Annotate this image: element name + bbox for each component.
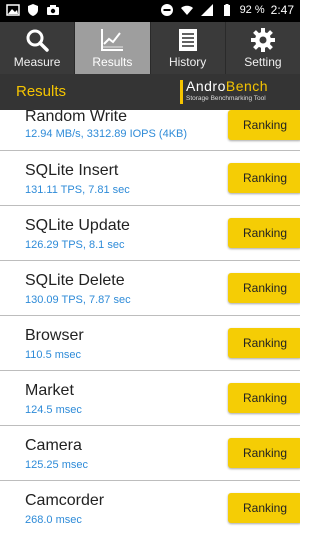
result-value: 12.94 MB/s, 3312.89 IOPS (4KB) (25, 128, 188, 140)
result-row-sqlite-delete: SQLite Delete 130.09 TPS, 7.87 sec Ranki… (0, 261, 300, 316)
result-name: SQLite Delete (25, 272, 125, 289)
search-icon (26, 29, 49, 52)
result-row-camera: Camera 125.25 msec Ranking (0, 426, 300, 481)
ranking-button[interactable]: Ranking (228, 383, 300, 413)
tab-results[interactable]: Results (75, 22, 151, 74)
logo-name-part-b: Bench (225, 78, 269, 94)
result-row-market: Market 124.5 msec Ranking (0, 371, 300, 426)
tab-history-label: History (168, 55, 207, 69)
result-value: 110.5 msec (25, 349, 82, 361)
gallery-icon (6, 4, 20, 16)
tab-setting-label: Setting (244, 55, 282, 69)
result-value: 126.29 TPS, 8.1 sec (25, 239, 125, 251)
result-value: 125.25 msec (25, 459, 88, 471)
status-bar: 92 % 2:47 (0, 0, 300, 22)
result-name: Camcorder (25, 492, 105, 509)
result-name: Camera (25, 437, 82, 454)
result-value: 268.0 msec (25, 514, 82, 526)
ranking-button[interactable]: Ranking (228, 493, 300, 523)
result-name: Random Write (25, 110, 127, 125)
tab-measure[interactable]: Measure (0, 22, 76, 74)
camera-icon (47, 5, 59, 15)
result-name: Browser (25, 327, 84, 344)
tab-measure-label: Measure (13, 55, 61, 69)
tab-results-label: Results (92, 55, 133, 69)
tab-history[interactable]: History (151, 22, 226, 74)
result-value: 131.11 TPS, 7.81 sec (25, 184, 130, 196)
tab-setting[interactable]: Setting (226, 22, 300, 74)
gear-icon (250, 28, 275, 52)
ranking-button[interactable]: Ranking (228, 218, 300, 248)
ranking-button[interactable]: Ranking (228, 110, 300, 140)
ranking-button[interactable]: Ranking (228, 328, 300, 358)
shield-icon (28, 4, 38, 16)
logo-name-part-a: Andro (186, 78, 226, 94)
result-value: 130.09 TPS, 7.87 sec (25, 294, 131, 306)
signal-icon (200, 4, 213, 16)
logo-bar (180, 80, 183, 104)
wifi-icon (180, 5, 193, 15)
result-row-camcorder: Camcorder 268.0 msec Ranking (0, 481, 300, 533)
ranking-button[interactable]: Ranking (228, 163, 300, 193)
list-icon (178, 29, 197, 51)
battery-icon (223, 4, 230, 16)
result-row-sqlite-update: SQLite Update 126.29 TPS, 8.1 sec Rankin… (0, 206, 300, 261)
logo-name: AndroBench (186, 78, 268, 94)
do-not-disturb-icon (160, 4, 173, 16)
tab-bar: Measure Results History Setting (0, 22, 300, 74)
page-title: Results (16, 83, 67, 100)
result-row-sqlite-insert: SQLite Insert 131.11 TPS, 7.81 sec Ranki… (0, 151, 300, 206)
result-name: SQLite Update (25, 217, 130, 234)
result-row-random-write: Random Write 12.94 MB/s, 3312.89 IOPS (4… (0, 110, 300, 151)
logo-tagline: Storage Benchmarking Tool (186, 95, 266, 102)
result-name: SQLite Insert (25, 162, 119, 179)
results-header: Results AndroBench Storage Benchmarking … (0, 74, 300, 110)
result-row-browser: Browser 110.5 msec Ranking (0, 316, 300, 371)
battery-percent: 92 % (239, 4, 265, 16)
results-list[interactable]: Random Write 12.94 MB/s, 3312.89 IOPS (4… (0, 110, 300, 533)
clock: 2:47 (270, 3, 294, 17)
androbench-logo: AndroBench Storage Benchmarking Tool (180, 78, 292, 106)
result-value: 124.5 msec (25, 404, 82, 416)
chart-icon (101, 29, 124, 51)
ranking-button[interactable]: Ranking (228, 273, 300, 303)
ranking-button[interactable]: Ranking (228, 438, 300, 468)
result-name: Market (25, 382, 74, 399)
